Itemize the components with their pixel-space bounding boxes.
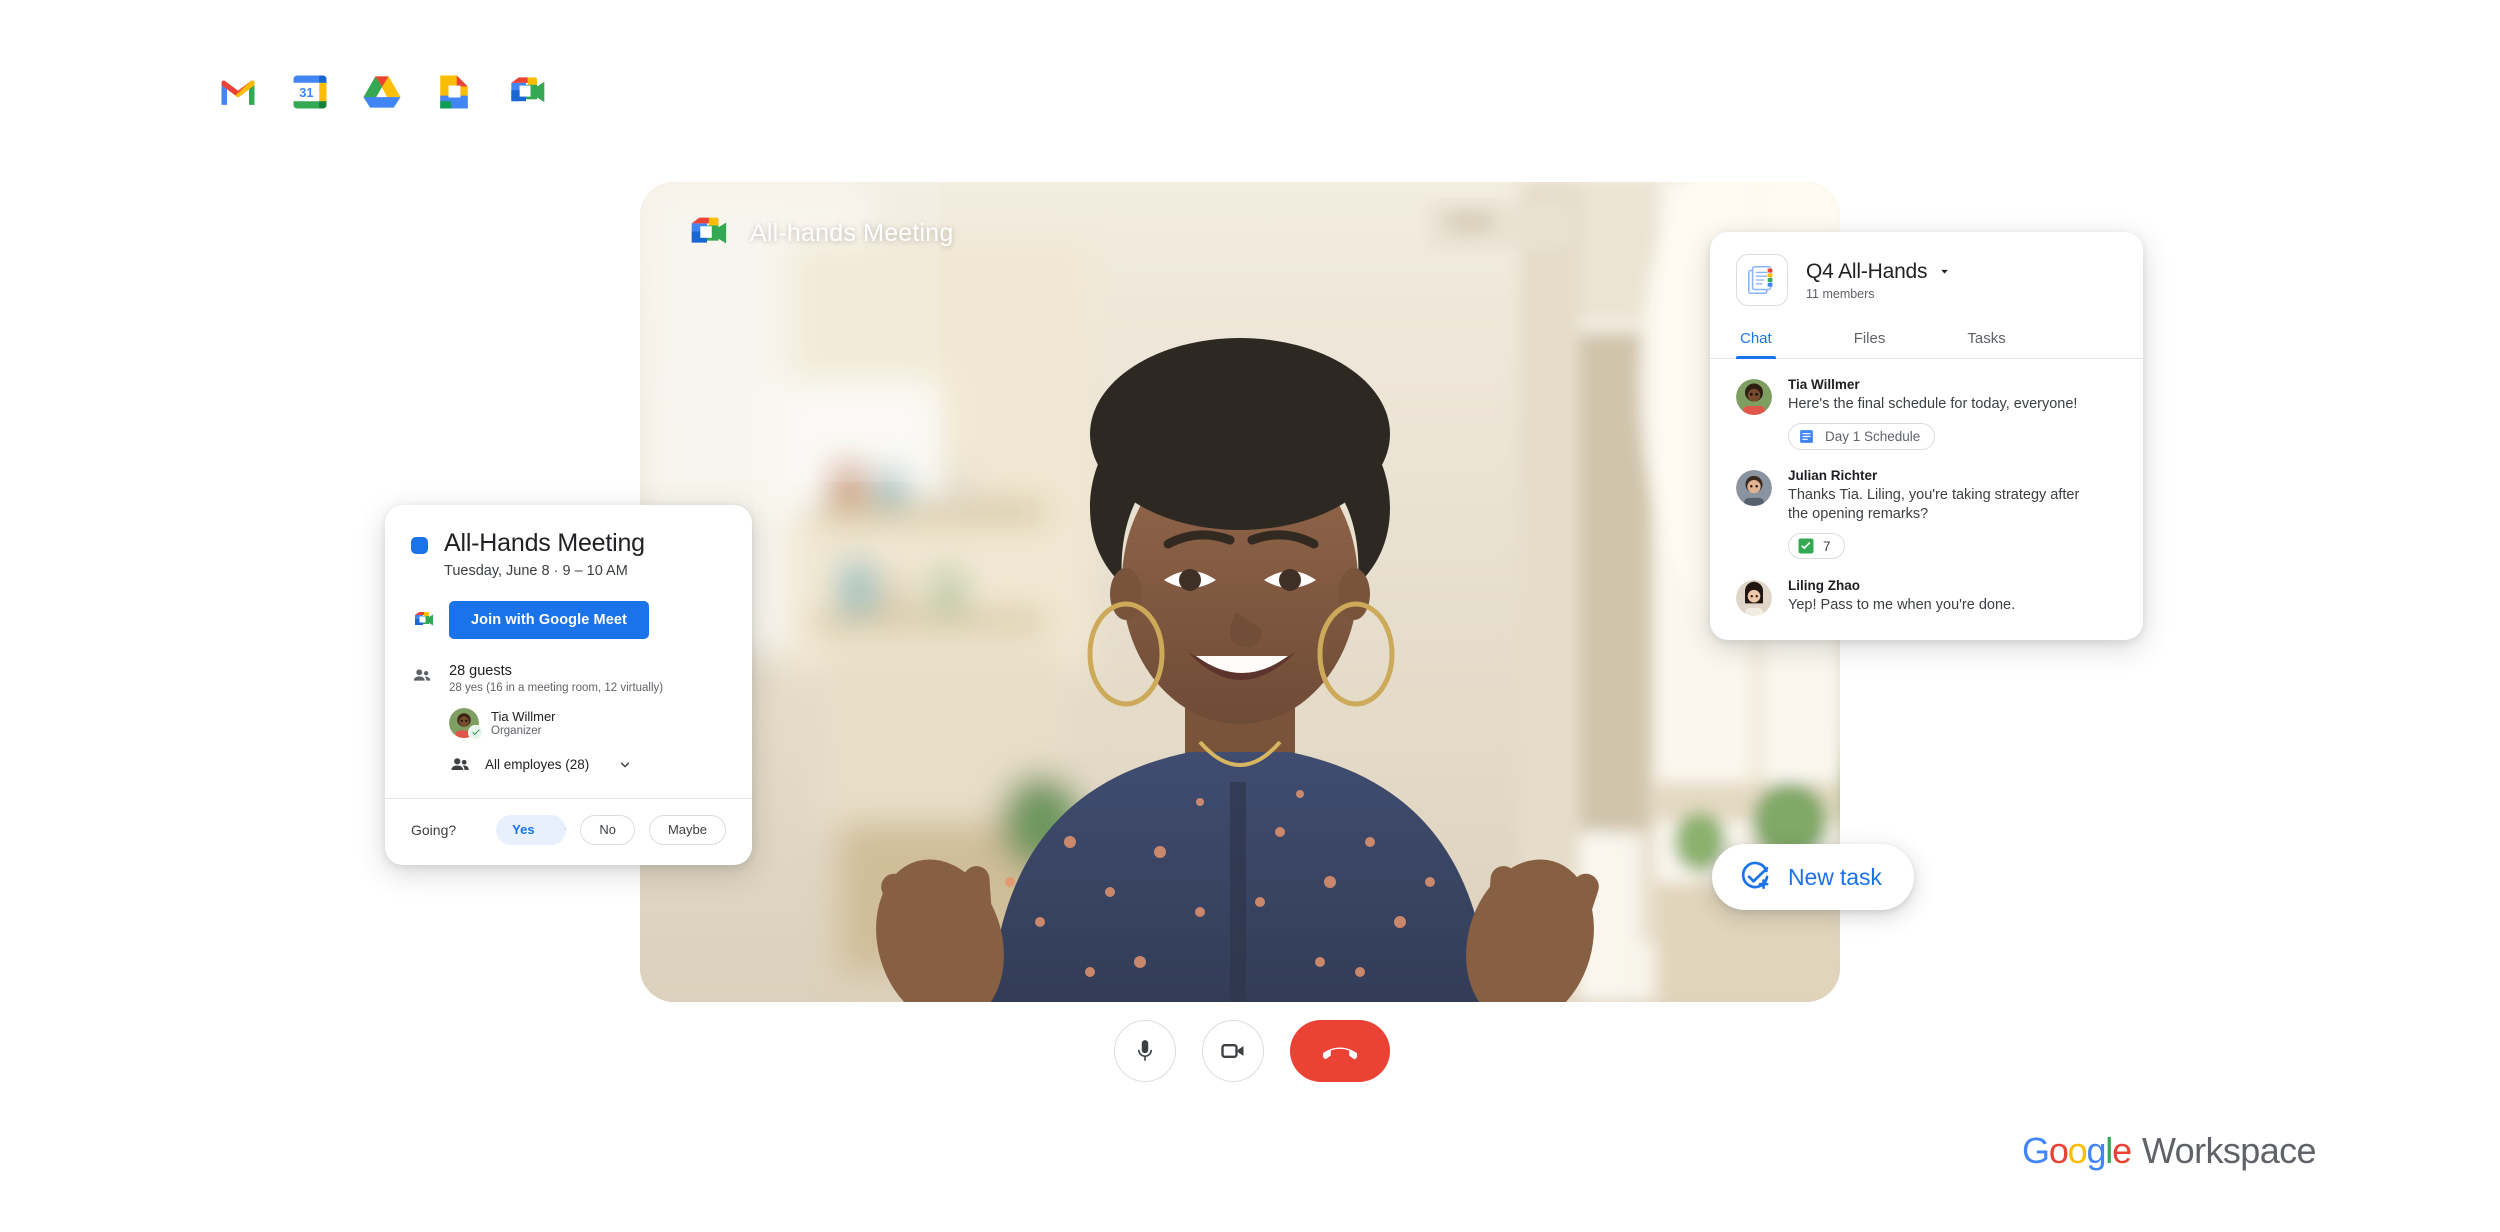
calendar-event-card[interactable]: All-Hands Meeting Tuesday, June 8 · 9 – … [385, 505, 752, 865]
message-author: Tia Willmer [1788, 377, 1860, 392]
new-task-button[interactable]: New task [1712, 844, 1914, 910]
group-people-icon [451, 757, 469, 770]
event-datetime: Tuesday, June 8 · 9 – 10 AM [444, 562, 628, 579]
event-title: All-Hands Meeting [444, 529, 645, 557]
svg-text:31: 31 [299, 85, 313, 100]
space-documents-icon [1748, 266, 1773, 294]
rsvp-yes-label: Yes [512, 822, 535, 838]
phone-hangup-icon [1323, 1047, 1357, 1060]
join-with-google-meet-button[interactable]: Join with Google Meet [449, 600, 649, 639]
guests-detail: 28 yes (16 in a meeting room, 12 virtual… [449, 681, 664, 694]
avatar-image [1736, 580, 1772, 617]
chevron-down-icon[interactable] [617, 757, 633, 773]
meet-video-stage[interactable]: All-hands Meeting [640, 182, 1840, 1002]
rsvp-question: Going? [411, 821, 457, 838]
space-member-count: 11 members [1806, 286, 1875, 301]
message-author: Liling Zhao [1788, 578, 1860, 594]
reaction-count: 7 [1823, 538, 1831, 554]
meet-title-overlay: All-hands Meeting [684, 210, 954, 256]
video-camera-icon [1221, 1044, 1244, 1058]
check-icon [471, 729, 480, 736]
attachment-chip[interactable]: Day 1 Schedule [1788, 423, 1936, 451]
rsvp-row: Going? Yes No Maybe [411, 799, 726, 865]
message-text: Here's the final schedule for today, eve… [1788, 396, 2078, 412]
avatar-image [1736, 379, 1772, 415]
microphone-icon [1137, 1040, 1153, 1061]
meet-icon[interactable] [504, 70, 548, 114]
guest-group-label: All employes (28) [485, 757, 590, 773]
join-row: Join with Google Meet [411, 600, 726, 639]
rsvp-yes-dropdown[interactable] [551, 824, 567, 836]
gmail-icon[interactable] [216, 70, 260, 114]
tab-tasks[interactable]: Tasks [1963, 326, 2009, 358]
video-feed [640, 182, 1840, 1002]
people-icon [413, 669, 431, 681]
attachment-label: Day 1 Schedule [1825, 429, 1921, 445]
docs-file-icon [1800, 430, 1813, 443]
meet-icon [691, 217, 727, 244]
rsvp-maybe-button[interactable]: Maybe [648, 814, 726, 845]
chat-space-panel[interactable]: Q4 All-Hands 11 members Chat Files Tasks [1710, 232, 2143, 641]
organizer-row[interactable]: Tia Willmer Organizer [449, 707, 726, 740]
message-text: Yep! Pass to me when you're done. [1788, 597, 2016, 614]
rsvp-yes-button[interactable]: Yes [496, 814, 567, 845]
avatar [449, 707, 483, 740]
workspace-wordmark: Workspace [2141, 1130, 2317, 1171]
organizer-role: Organizer [491, 724, 542, 737]
event-header: All-Hands Meeting Tuesday, June 8 · 9 – … [411, 529, 726, 579]
avatar-tia-willmer [1736, 379, 1772, 415]
chat-message: Tia Willmer Here's the final schedule fo… [1710, 359, 2143, 451]
mic-button[interactable] [1114, 1020, 1176, 1082]
google-workspace-logo: Google Workspace [2022, 1130, 2317, 1172]
page-root: 31 All-hands Meeting All-Hands Meeting T… [0, 0, 2500, 1232]
organizer-name: Tia Willmer [491, 708, 556, 724]
rsvp-no-button[interactable]: No [580, 814, 635, 845]
message-author: Julian Richter [1788, 468, 1878, 484]
space-name: Q4 All-Hands [1806, 259, 1928, 283]
caret-down-icon[interactable] [1938, 265, 1951, 278]
tab-files[interactable]: Files [1850, 326, 1890, 358]
space-header: Q4 All-Hands 11 members [1710, 254, 2143, 306]
rsvp-accepted-badge [468, 724, 483, 740]
avatar-julian-richter [1736, 470, 1772, 507]
meet-title: All-hands Meeting [750, 218, 954, 247]
guest-group-row[interactable]: All employes (28) [449, 754, 726, 776]
space-avatar [1736, 254, 1788, 306]
drive-icon[interactable] [360, 70, 404, 114]
guests-count: 28 guests [449, 662, 512, 679]
avatar-liling-zhao [1736, 580, 1772, 617]
event-color-dot [411, 537, 428, 554]
hangup-button[interactable] [1290, 1020, 1390, 1082]
new-task-label: New task [1788, 863, 1882, 890]
green-check-emoji-icon [1798, 538, 1814, 554]
chat-message: Liling Zhao Yep! Pass to me when you're … [1710, 560, 2143, 617]
add-task-icon [1741, 861, 1769, 889]
calendar-icon[interactable]: 31 [288, 70, 332, 114]
meet-icon [415, 611, 433, 626]
tab-chat[interactable]: Chat [1736, 326, 1776, 359]
google-wordmark: Google [2022, 1130, 2132, 1171]
chat-message: Julian Richter Thanks Tia. Liling, you'r… [1710, 450, 2143, 560]
caret-down-icon [564, 828, 567, 831]
message-text: Thanks Tia. Liling, you're taking strate… [1788, 487, 2080, 523]
space-tabs: Chat Files Tasks [1710, 326, 2143, 359]
reaction-chip[interactable]: 7 [1788, 533, 1845, 560]
guests-section: 28 guests 28 yes (16 in a meeting room, … [411, 663, 726, 694]
avatar-image [1736, 470, 1772, 507]
camera-button[interactable] [1202, 1020, 1264, 1082]
app-icon-strip: 31 [216, 70, 548, 114]
call-controls [1114, 1020, 1390, 1082]
docs-icon[interactable] [432, 70, 476, 114]
space-name-row[interactable]: Q4 All-Hands [1806, 260, 1951, 284]
